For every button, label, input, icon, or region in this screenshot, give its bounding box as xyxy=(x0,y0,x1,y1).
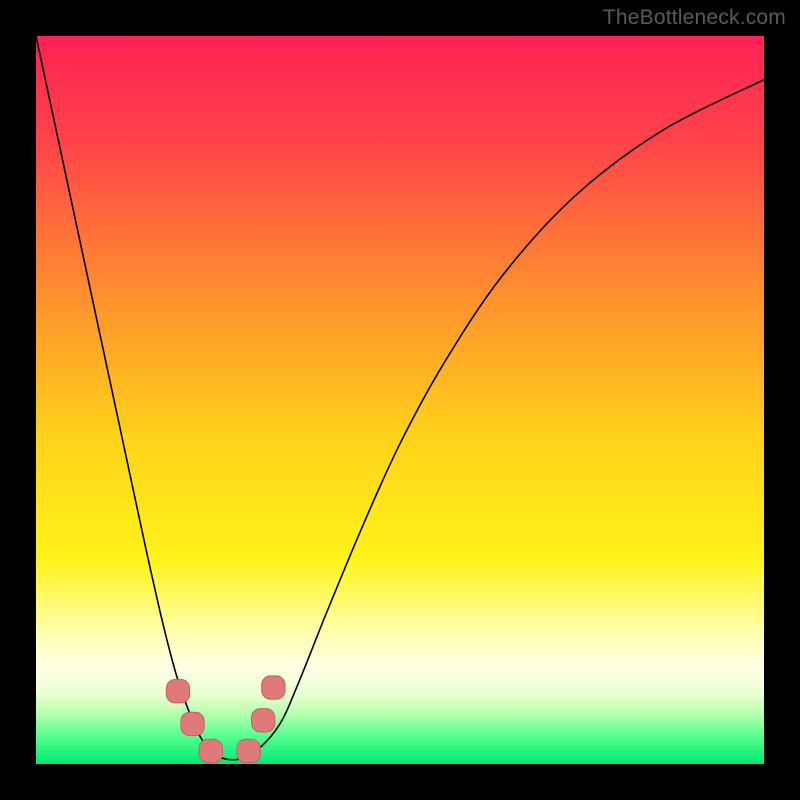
curve-marker xyxy=(237,739,260,762)
curve-marker xyxy=(262,676,285,699)
curve-marker xyxy=(251,709,274,732)
watermark-text: TheBottleneck.com xyxy=(603,6,786,30)
curve-marker xyxy=(166,680,189,703)
curve-markers xyxy=(166,676,285,763)
curve-marker xyxy=(181,712,204,735)
plot-area xyxy=(36,36,764,764)
curve-layer xyxy=(36,36,764,764)
chart-frame: TheBottleneck.com xyxy=(0,0,800,800)
bottleneck-curve xyxy=(36,36,764,760)
curve-marker xyxy=(199,739,222,762)
